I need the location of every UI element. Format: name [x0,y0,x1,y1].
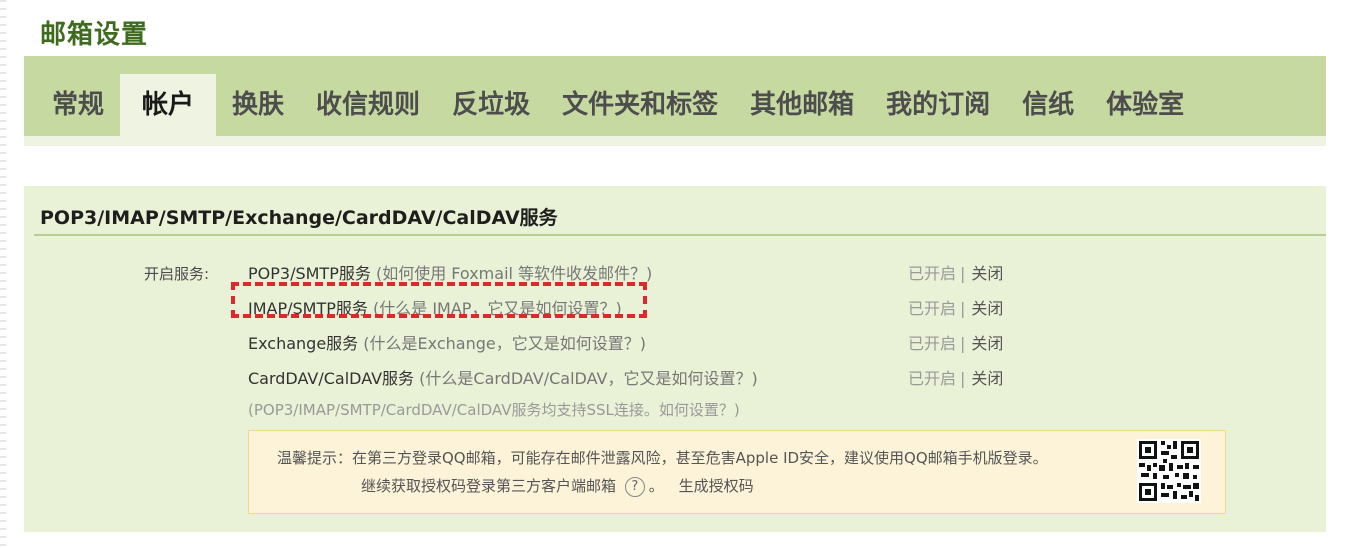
service-help-link[interactable]: (如何使用 Foxmail 等软件收发邮件？) [376,264,652,283]
tab-stationery[interactable]: 信纸 [1006,74,1090,136]
status-enabled-text: 已开启 [908,299,957,318]
left-rail [0,0,6,548]
tab-other-mailboxes[interactable]: 其他邮箱 [734,74,870,136]
status-enabled-text: 已开启 [908,264,957,283]
section-divider [34,234,1326,236]
close-service-button[interactable]: 关闭 [971,264,1003,283]
tab-list: 常规 帐户 换肤 收信规则 反垃圾 文件夹和标签 其他邮箱 我的订阅 信纸 体验… [24,74,1200,136]
settings-tab-bar: 常规 帐户 换肤 收信规则 反垃圾 文件夹和标签 其他邮箱 我的订阅 信纸 体验… [24,56,1326,136]
tab-folders-labels[interactable]: 文件夹和标签 [546,74,734,136]
service-name: CardDAV/CalDAV服务 [248,369,415,388]
services-panel: POP3/IMAP/SMTP/Exchange/CardDAV/CalDAV服务… [24,186,1326,532]
service-status-exchange: 已开启 | 关闭 [908,330,1003,354]
service-row-pop3: POP3/SMTP服务 (如何使用 Foxmail 等软件收发邮件？) [248,260,652,284]
auth-code-line: 继续获取授权码登录第三方客户端邮箱 ?。 生成授权码 [361,475,754,497]
imap-highlight-annotation [231,282,647,318]
auth-code-text: 继续获取授权码登录第三方客户端邮箱 [361,477,617,495]
service-name: Exchange服务 [248,334,359,353]
service-row-carddav: CardDAV/CalDAV服务 (什么是CardDAV/CalDAV，它又是如… [248,365,758,389]
tab-labs[interactable]: 体验室 [1090,74,1200,136]
status-separator: | [960,334,966,353]
status-separator: | [960,299,966,318]
tab-general[interactable]: 常规 [36,74,120,136]
services-section-title: POP3/IMAP/SMTP/Exchange/CardDAV/CalDAV服务 [40,207,558,229]
enable-services-label: 开启服务: [144,265,210,283]
warning-text: 温馨提示：在第三方登录QQ邮箱，可能存在邮件泄露风险，甚至危害Apple ID安… [277,449,1048,467]
sentence-period: 。 [648,477,664,495]
tab-anti-spam[interactable]: 反垃圾 [436,74,546,136]
status-separator: | [960,264,966,283]
status-enabled-text: 已开启 [908,369,957,388]
qr-code-icon [1137,439,1201,503]
status-enabled-text: 已开启 [908,334,957,353]
service-status-pop3: 已开启 | 关闭 [908,260,1003,284]
service-help-link[interactable]: (什么是CardDAV/CalDAV，它又是如何设置？) [419,369,758,388]
page-title: 邮箱设置 [40,20,149,50]
security-warning-box: 温馨提示：在第三方登录QQ邮箱，可能存在邮件泄露风险，甚至危害Apple ID安… [248,430,1226,514]
close-service-button[interactable]: 关闭 [971,369,1003,388]
service-help-link[interactable]: (什么是Exchange，它又是如何设置？) [363,334,646,353]
tab-account[interactable]: 帐户 [120,74,217,136]
help-icon[interactable]: ? [624,476,645,497]
generate-auth-code-link[interactable]: 生成授权码 [679,477,754,495]
tab-bar-strip [24,136,1326,146]
tab-mail-rules[interactable]: 收信规则 [300,74,436,136]
service-name: POP3/SMTP服务 [248,264,371,283]
ssl-support-note[interactable]: (POP3/IMAP/SMTP/CardDAV/CalDAV服务均支持SSL连接… [248,399,740,420]
service-status-carddav: 已开启 | 关闭 [908,365,1003,389]
tab-subscriptions[interactable]: 我的订阅 [870,74,1006,136]
close-service-button[interactable]: 关闭 [971,334,1003,353]
status-separator: | [960,369,966,388]
tab-skin[interactable]: 换肤 [216,74,300,136]
service-row-exchange: Exchange服务 (什么是Exchange，它又是如何设置？) [248,330,646,354]
close-service-button[interactable]: 关闭 [971,299,1003,318]
service-status-imap: 已开启 | 关闭 [908,295,1003,319]
